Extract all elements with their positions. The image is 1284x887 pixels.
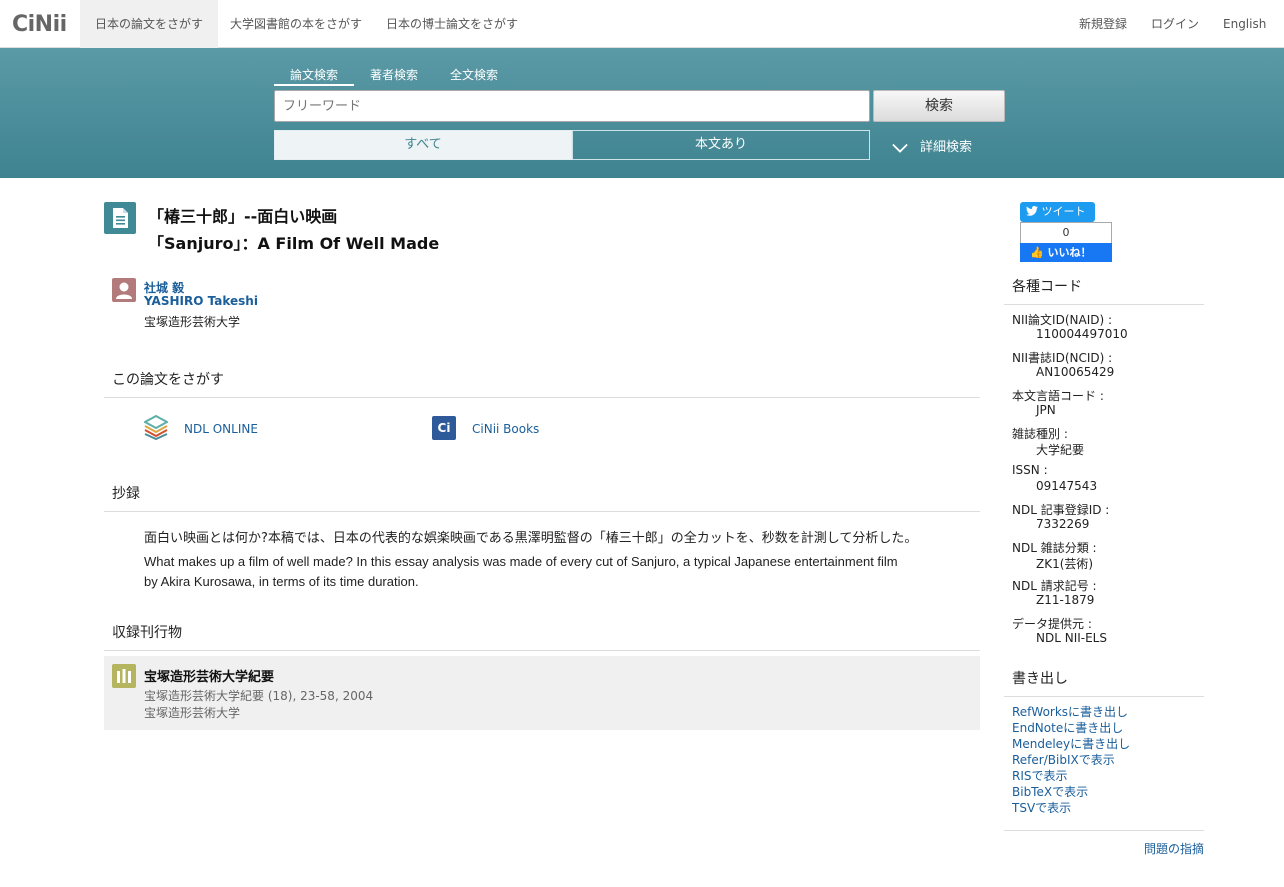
find-article-heading: この論文をさがす bbox=[104, 369, 980, 398]
code-value: ZK1(芸術) bbox=[1036, 557, 1094, 571]
tweet-label: ツイート bbox=[1041, 205, 1086, 218]
tab-fulltext-search[interactable]: 全文検索 bbox=[450, 66, 498, 86]
journal-heading: 収録刊行物 bbox=[104, 622, 980, 651]
abstract-ja: 面白い映画とは何か?本稿では、日本の代表的な娯楽映画である黒澤明監督の「椿三十郎… bbox=[144, 531, 918, 546]
code-label: ISSN : bbox=[1012, 463, 1048, 477]
export-link[interactable]: Mendeleyに書き出し bbox=[1012, 735, 1130, 752]
tab-author-search[interactable]: 著者検索 bbox=[370, 66, 418, 86]
thumbs-up-icon: 👍 bbox=[1030, 246, 1044, 259]
abstract-heading: 抄録 bbox=[104, 483, 980, 512]
journal-title[interactable]: 宝塚造形芸術大学紀要 bbox=[144, 666, 274, 685]
like-count: 0 bbox=[1020, 222, 1112, 244]
author-avatar-icon bbox=[112, 278, 136, 302]
filter-fulltext-button[interactable]: 本文あり bbox=[572, 130, 870, 160]
code-value: NDL NII-ELS bbox=[1036, 631, 1107, 645]
ndl-logo-icon bbox=[142, 414, 170, 441]
search-button[interactable]: 検索 bbox=[873, 90, 1005, 122]
advanced-search-label: 詳細検索 bbox=[920, 140, 973, 155]
tweet-button[interactable]: ツイート bbox=[1020, 202, 1095, 222]
code-label: データ提供元 : bbox=[1012, 617, 1092, 631]
code-value: 大学紀要 bbox=[1036, 443, 1085, 457]
tab-doctoral-theses[interactable]: 日本の博士論文をさがす bbox=[371, 0, 533, 48]
article-title-ja: 「椿三十郎」--面白い映画 bbox=[148, 207, 338, 226]
cinii-logo[interactable]: CiNii bbox=[12, 12, 67, 37]
export-heading: 書き出し bbox=[1004, 668, 1204, 697]
language-link[interactable]: English bbox=[1223, 0, 1266, 48]
code-value: 110004497010 bbox=[1036, 327, 1128, 341]
abstract-en: What makes up a film of well made? In th… bbox=[144, 554, 898, 589]
export-link[interactable]: TSVで表示 bbox=[1012, 799, 1071, 816]
advanced-search-toggle[interactable]: 詳細検索 bbox=[892, 136, 972, 155]
code-label: NDL 請求記号 : bbox=[1012, 579, 1097, 593]
journal-publisher: 宝塚造形芸術大学 bbox=[144, 706, 241, 720]
journal-icon bbox=[112, 664, 136, 688]
code-value: JPN bbox=[1036, 403, 1056, 417]
tab-university-books[interactable]: 大学図書館の本をさがす bbox=[215, 0, 377, 48]
filter-all-button[interactable]: すべて bbox=[274, 130, 572, 160]
code-label: NII書誌ID(NCID) : bbox=[1012, 351, 1113, 365]
tab-japanese-papers[interactable]: 日本の論文をさがす bbox=[80, 0, 219, 48]
tab-article-search[interactable]: 論文検索 bbox=[274, 66, 355, 86]
twitter-bird-icon bbox=[1026, 206, 1038, 216]
author-name-en-link[interactable]: YASHIRO Takeshi bbox=[144, 294, 258, 308]
code-label: NII論文ID(NAID) : bbox=[1012, 313, 1113, 327]
search-input[interactable] bbox=[274, 90, 870, 122]
code-label: 本文言語コード : bbox=[1012, 389, 1104, 403]
author-affiliation: 宝塚造形芸術大学 bbox=[144, 315, 241, 329]
article-title-en: 「Sanjuro」：A Film Of Well Made bbox=[148, 234, 440, 253]
ncid-link[interactable]: AN10065429 bbox=[1036, 365, 1114, 379]
register-link[interactable]: 新規登録 bbox=[1079, 0, 1127, 48]
top-navbar: CiNii 日本の論文をさがす 大学図書館の本をさがす 日本の博士論文をさがす … bbox=[0, 0, 1284, 48]
sidebar-divider bbox=[1004, 830, 1204, 831]
like-label: いいね！ bbox=[1047, 246, 1092, 259]
export-link[interactable]: RefWorksに書き出し bbox=[1012, 703, 1128, 720]
code-label: NDL 記事登録ID : bbox=[1012, 503, 1110, 517]
document-icon bbox=[104, 202, 136, 234]
code-value: 7332269 bbox=[1036, 517, 1090, 531]
codes-heading: 各種コード bbox=[1004, 276, 1204, 305]
code-label: NDL 雑誌分類 : bbox=[1012, 541, 1097, 555]
chevron-down-icon bbox=[892, 143, 908, 153]
like-button[interactable]: 👍 いいね！ bbox=[1020, 243, 1112, 262]
report-problem-link[interactable]: 問題の指摘 bbox=[1144, 840, 1204, 857]
journal-citation: 宝塚造形芸術大学紀要 (18), 23-58, 2004 bbox=[144, 689, 374, 703]
login-link[interactable]: ログイン bbox=[1151, 0, 1199, 48]
export-link[interactable]: RISで表示 bbox=[1012, 767, 1068, 784]
code-value: Z11-1879 bbox=[1036, 593, 1095, 607]
code-label: 雑誌種別 : bbox=[1012, 427, 1068, 441]
code-value: 09147543 bbox=[1036, 479, 1098, 493]
export-link[interactable]: BibTeXで表示 bbox=[1012, 783, 1088, 800]
export-link[interactable]: Refer/BibIXで表示 bbox=[1012, 751, 1115, 768]
cinii-books-icon: Ci bbox=[432, 416, 456, 440]
cinii-books-link[interactable]: CiNii Books bbox=[472, 422, 539, 436]
ndl-online-link[interactable]: NDL ONLINE bbox=[184, 422, 258, 436]
export-link[interactable]: EndNoteに書き出し bbox=[1012, 719, 1123, 736]
